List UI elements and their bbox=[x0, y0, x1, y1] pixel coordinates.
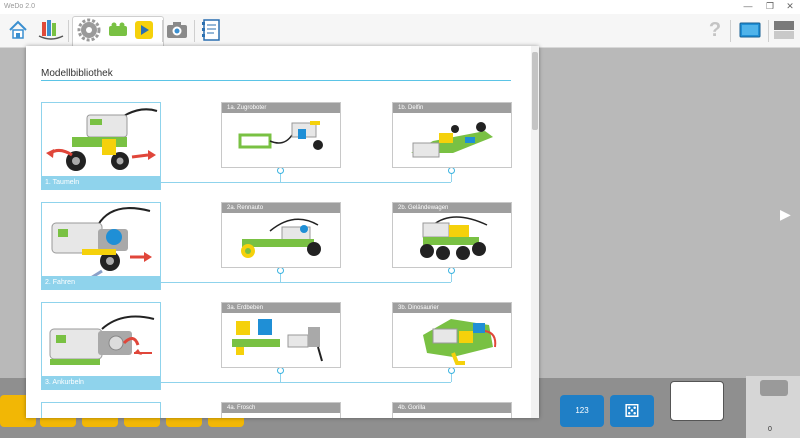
connector-line bbox=[159, 282, 451, 283]
comment-block[interactable] bbox=[670, 381, 724, 421]
camera-button[interactable] bbox=[164, 17, 190, 43]
dinosaur-illustration bbox=[423, 319, 497, 365]
library-button[interactable] bbox=[36, 17, 66, 43]
bricks-icon bbox=[107, 20, 129, 40]
hardware-panel: 0 bbox=[746, 376, 800, 438]
model-card-delfin[interactable]: 1b. Delfin bbox=[392, 102, 512, 168]
main-toolbar: ? bbox=[0, 14, 800, 48]
earthquake-illustration bbox=[232, 319, 323, 362]
toolbar-divider bbox=[768, 20, 769, 42]
toolbar-divider bbox=[68, 20, 69, 42]
play-icon bbox=[133, 19, 155, 41]
page-indicator: 0 bbox=[768, 426, 772, 433]
model-card-header: 4a. Frosch bbox=[222, 403, 340, 413]
model-button[interactable] bbox=[76, 17, 102, 43]
connector-line bbox=[159, 382, 451, 383]
model-library-dialog: Modellbibliothek 1. Taumeln 2. Fahren 3.… bbox=[26, 46, 539, 418]
toolbar-divider bbox=[194, 20, 195, 42]
connector-dot bbox=[448, 267, 455, 274]
model-card-frosch[interactable]: 4a. Frosch bbox=[221, 402, 341, 418]
help-icon: ? bbox=[708, 18, 722, 41]
toolbar-divider bbox=[730, 20, 731, 42]
toolbar-divider bbox=[162, 20, 163, 42]
close-button[interactable]: ✕ bbox=[780, 1, 800, 12]
display-icon bbox=[738, 20, 762, 40]
palette-block-dice[interactable]: ⚄ bbox=[610, 395, 654, 427]
dice-icon: ⚄ bbox=[624, 401, 640, 421]
motor-icon bbox=[760, 380, 788, 396]
connector-dot bbox=[277, 367, 284, 374]
model-card-header: 1a. Zugroboter bbox=[222, 103, 340, 113]
wobble-robot-illustration bbox=[46, 108, 158, 171]
crank-robot-illustration bbox=[49, 315, 155, 365]
camera-icon bbox=[165, 20, 189, 40]
model-card-gorilla[interactable]: 4b. Gorilla bbox=[392, 402, 512, 418]
window-title: WeDo 2.0 bbox=[4, 3, 35, 10]
title-underline bbox=[41, 80, 511, 81]
model-card-header: 3a. Erdbeben bbox=[222, 303, 340, 313]
off-road-car-illustration bbox=[420, 216, 488, 260]
toggle-icon bbox=[773, 19, 795, 41]
model-card-erdbeben[interactable]: 3a. Erdbeben bbox=[221, 302, 341, 368]
notebook-icon bbox=[200, 18, 222, 42]
model-card-caption: 2. Fahren bbox=[42, 276, 160, 289]
connector-dot bbox=[277, 167, 284, 174]
connector-dot bbox=[448, 167, 455, 174]
model-card-caption: 3. Ankurbeln bbox=[42, 376, 160, 389]
connector-dot bbox=[448, 367, 455, 374]
bricks-button[interactable] bbox=[106, 17, 130, 43]
title-bar: WeDo 2.0 — ❐ ✕ bbox=[0, 0, 800, 14]
dolphin-robot-illustration bbox=[411, 122, 493, 158]
model-card-header: 3b. Dinosaurier bbox=[393, 303, 511, 313]
drive-robot-illustration bbox=[51, 207, 152, 277]
model-card-caption: 1. Taumeln bbox=[42, 176, 160, 189]
model-card-header: 4b. Gorilla bbox=[393, 403, 511, 413]
documentation-button[interactable] bbox=[198, 17, 224, 43]
scrollbar-thumb[interactable] bbox=[532, 52, 538, 130]
model-card-dinosaurier[interactable]: 3b. Dinosaurier bbox=[392, 302, 512, 368]
model-card-header: 2b. Geländewagen bbox=[393, 203, 511, 213]
palette-block-number[interactable]: 123 bbox=[560, 395, 604, 427]
model-card-gelaendewagen[interactable]: 2b. Geländewagen bbox=[392, 202, 512, 268]
restore-button[interactable]: ❐ bbox=[760, 1, 780, 12]
model-card-taumeln[interactable]: 1. Taumeln bbox=[41, 102, 161, 190]
pulling-robot-illustration bbox=[238, 121, 323, 150]
dialog-title: Modellbibliothek bbox=[41, 68, 113, 79]
play-button[interactable] bbox=[132, 17, 156, 43]
palette-block-label: 123 bbox=[575, 406, 589, 415]
model-card-header: 1b. Delfin bbox=[393, 103, 511, 113]
model-card-fahren[interactable]: 2. Fahren bbox=[41, 202, 161, 290]
model-card-header: 2a. Rennauto bbox=[222, 203, 340, 213]
connector-dot bbox=[277, 267, 284, 274]
minimize-button[interactable]: — bbox=[738, 1, 758, 11]
model-card-ankurbeln[interactable]: 3. Ankurbeln bbox=[41, 302, 161, 390]
toggle-button[interactable] bbox=[772, 17, 796, 43]
next-page-arrow-icon[interactable]: ▶ bbox=[780, 206, 791, 223]
display-button[interactable] bbox=[736, 17, 764, 43]
gear-icon bbox=[77, 18, 101, 42]
books-icon bbox=[37, 18, 65, 42]
home-button[interactable] bbox=[6, 17, 30, 43]
race-car-illustration bbox=[241, 218, 321, 258]
model-card-row4[interactable] bbox=[41, 402, 161, 418]
model-card-zugroboter[interactable]: 1a. Zugroboter bbox=[221, 102, 341, 168]
connector-line bbox=[159, 182, 451, 183]
home-icon bbox=[7, 19, 29, 41]
help-button[interactable]: ? bbox=[704, 17, 726, 43]
model-card-rennauto[interactable]: 2a. Rennauto bbox=[221, 202, 341, 268]
